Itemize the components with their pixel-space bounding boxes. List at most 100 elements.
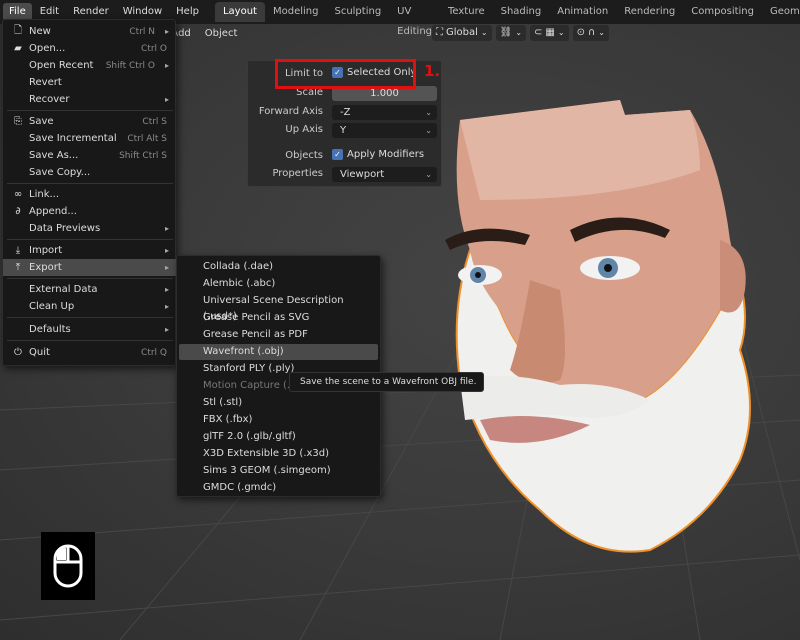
snap-toggle[interactable]: ⊂ ▦ ⌄ xyxy=(530,25,569,41)
export-fbx[interactable]: FBX (.fbx) xyxy=(179,412,378,428)
proportional-edit-toggle[interactable]: ⊙ ∩ ⌄ xyxy=(572,25,609,41)
folder-icon: ▰ xyxy=(14,43,22,54)
export-icon: ⤒ xyxy=(15,262,21,273)
up-axis-value: Y xyxy=(340,125,347,136)
head-model[interactable] xyxy=(420,80,800,640)
chevron-down-icon: ⌄ xyxy=(425,108,432,117)
chevron-down-icon: ⌄ xyxy=(557,28,565,37)
chevron-right-icon: ▸ xyxy=(164,61,169,70)
tab-shading[interactable]: Shading xyxy=(493,2,550,22)
chevron-right-icon: ▸ xyxy=(164,27,169,36)
menu-item-label: External Data xyxy=(29,284,98,295)
export-grease-pencil-svg[interactable]: Grease Pencil as SVG xyxy=(179,310,378,326)
menu-item-recover[interactable]: Recover ▸ xyxy=(3,91,177,108)
menu-item-label: Link... xyxy=(29,189,60,200)
apply-modifiers-checkbox[interactable]: ✓ Apply Modifiers xyxy=(332,149,424,160)
menu-item-append[interactable]: ∂ Append... xyxy=(3,203,177,220)
menu-item-shortcut: Ctrl Alt S xyxy=(127,133,167,144)
menu-item-export[interactable]: ⤒ Export ▸ xyxy=(3,259,177,276)
menu-help[interactable]: Help xyxy=(170,3,205,21)
menu-item-label: Save Incremental xyxy=(29,133,117,144)
menu-separator xyxy=(7,110,173,111)
up-axis-label: Up Axis xyxy=(285,124,323,135)
tab-compositing[interactable]: Compositing xyxy=(683,2,762,22)
proportional-icon: ⊙ xyxy=(576,27,585,38)
menu-item-external-data[interactable]: External Data ▸ xyxy=(3,281,177,298)
up-axis-dropdown[interactable]: Y ⌄ xyxy=(332,123,437,138)
menu-item-shortcut: Ctrl S xyxy=(142,116,167,127)
forward-axis-label: Forward Axis xyxy=(258,106,323,117)
menu-item-defaults[interactable]: Defaults ▸ xyxy=(3,321,177,338)
save-icon: ⎘ xyxy=(14,116,22,127)
power-icon: ⏻ xyxy=(14,347,22,358)
menu-item-quit[interactable]: ⏻ Quit Ctrl Q xyxy=(3,344,177,361)
transform-tools: ⛶ Global ⌄ ⛓ ⌄ ⊂ ▦ ⌄ ⊙ ∩ ⌄ xyxy=(432,24,609,42)
menu-item-shortcut: Ctrl O xyxy=(141,43,167,54)
menu-item-revert[interactable]: Revert xyxy=(3,74,177,91)
tab-geometry[interactable]: Geometry xyxy=(762,2,800,22)
export-gltf[interactable]: glTF 2.0 (.glb/.gltf) xyxy=(179,429,378,445)
menu-item-save[interactable]: ⎘ Save Ctrl S xyxy=(3,113,177,130)
file-menu-dropdown: 🗋 New Ctrl N ▸ ▰ Open... Ctrl O Open Recent Sh… xyxy=(2,19,177,366)
menu-item-save-incremental[interactable]: Save Incremental Ctrl Alt S xyxy=(3,130,177,147)
menu-item-shortcut: Ctrl Q xyxy=(141,347,167,358)
properties-dropdown[interactable]: Viewport ⌄ xyxy=(332,167,437,182)
forward-axis-dropdown[interactable]: -Z ⌄ xyxy=(332,105,437,120)
menu-item-label: Append... xyxy=(29,206,77,217)
export-alembic[interactable]: Alembic (.abc) xyxy=(179,276,378,292)
menu-item-link[interactable]: ∞ Link... xyxy=(3,186,177,203)
export-x3d[interactable]: X3D Extensible 3D (.x3d) xyxy=(179,446,378,462)
export-usd[interactable]: Universal Scene Description (.usd*) xyxy=(179,293,378,322)
chevron-right-icon: ▸ xyxy=(164,224,169,233)
menu-item-open-recent[interactable]: Open Recent Shift Ctrl O ▸ xyxy=(3,57,177,74)
annotation-step-label: 1. xyxy=(424,62,441,80)
tab-animation[interactable]: Animation xyxy=(549,2,616,22)
menu-separator xyxy=(7,278,173,279)
export-collada[interactable]: Collada (.dae) xyxy=(179,259,378,275)
objects-label: Objects xyxy=(285,150,323,161)
annotation-highlight-box xyxy=(275,59,416,89)
pivot-icon: ⛓ xyxy=(499,27,513,38)
menu-item-save-as[interactable]: Save As... Shift Ctrl S xyxy=(3,147,177,164)
mouse-icon xyxy=(53,544,83,588)
chevron-down-icon: ⌄ xyxy=(425,170,432,179)
export-grease-pencil-pdf[interactable]: Grease Pencil as PDF xyxy=(179,327,378,343)
menu-separator xyxy=(7,183,173,184)
tab-texture-paint[interactable]: Texture Paint xyxy=(440,2,493,37)
import-icon: ⤓ xyxy=(15,245,21,256)
menu-item-label: Open... xyxy=(29,43,66,54)
menu-item-open[interactable]: ▰ Open... Ctrl O xyxy=(3,40,177,57)
falloff-icon: ∩ xyxy=(587,27,596,38)
object-menu[interactable]: Object xyxy=(205,28,238,39)
properties-label: Properties xyxy=(272,168,323,179)
chevron-right-icon: ▸ xyxy=(164,263,169,272)
export-sims3-geom[interactable]: Sims 3 GEOM (.simgeom) xyxy=(179,463,378,479)
menu-item-import[interactable]: ⤓ Import ▸ xyxy=(3,242,177,259)
apply-modifiers-label: Apply Modifiers xyxy=(347,149,425,160)
menu-item-label: Recover xyxy=(29,94,70,105)
tab-sculpting[interactable]: Sculpting xyxy=(326,2,389,22)
new-file-icon: 🗋 xyxy=(13,25,23,36)
orientation-dropdown[interactable]: ⛶ Global ⌄ xyxy=(432,25,492,41)
chevron-right-icon: ▸ xyxy=(164,246,169,255)
menu-item-data-previews[interactable]: Data Previews ▸ xyxy=(3,220,177,237)
menu-item-label: Save As... xyxy=(29,150,79,161)
export-wavefront-obj[interactable]: Wavefront (.obj) xyxy=(179,344,378,360)
menu-item-label: Export xyxy=(29,262,62,273)
export-stl[interactable]: Stl (.stl) xyxy=(179,395,378,411)
menu-item-clean-up[interactable]: Clean Up ▸ xyxy=(3,298,177,315)
tab-modeling[interactable]: Modeling xyxy=(265,2,327,22)
chevron-right-icon: ▸ xyxy=(164,285,169,294)
menu-item-new[interactable]: 🗋 New Ctrl N ▸ xyxy=(3,23,177,40)
menu-item-shortcut: Shift Ctrl S xyxy=(119,150,167,161)
menu-item-label: Save xyxy=(29,116,54,127)
menu-item-label: Data Previews xyxy=(29,223,101,234)
tab-layout[interactable]: Layout xyxy=(214,2,265,22)
tab-rendering[interactable]: Rendering xyxy=(616,2,683,22)
chevron-right-icon: ▸ xyxy=(164,325,169,334)
pivot-dropdown[interactable]: ⛓ ⌄ xyxy=(495,25,527,41)
tab-uv-editing[interactable]: UV Editing xyxy=(389,2,440,37)
export-gmdc[interactable]: GMDC (.gmdc) xyxy=(179,480,378,496)
menu-item-save-copy[interactable]: Save Copy... xyxy=(3,164,177,181)
forward-axis-value: -Z xyxy=(340,107,351,118)
